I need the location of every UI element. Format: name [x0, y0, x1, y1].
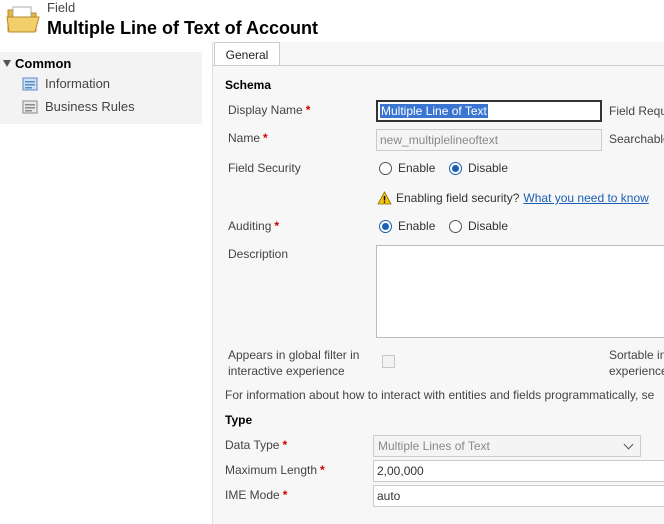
global-filter-checkbox[interactable]	[382, 355, 395, 368]
page-header: Field Multiple Line of Text of Account	[0, 0, 664, 42]
data-type-select[interactable]: Multiple Lines of Text	[373, 435, 641, 457]
tab-general[interactable]: General	[214, 42, 280, 66]
global-filter-label-line1: Appears in global filter in	[228, 348, 360, 362]
business-rules-icon	[22, 100, 38, 113]
tab-divider	[213, 65, 664, 66]
name-input[interactable]: new_multiplelineoftext	[376, 129, 602, 151]
nav-item-label: Information	[45, 76, 111, 91]
required-marker: *	[320, 463, 325, 477]
radio-circle-selected	[379, 219, 392, 233]
name-label: Name *	[228, 131, 268, 145]
field-security-disable-radio[interactable]: Disable	[449, 161, 508, 175]
sortable-label-line1: Sortable in	[609, 348, 664, 362]
field-security-warning: Enabling field security? What you need t…	[377, 191, 649, 205]
sortable-label-line2: experience	[609, 364, 664, 378]
required-marker: *	[282, 438, 288, 452]
maximum-length-label: Maximum Length *	[225, 463, 325, 477]
maximum-length-input[interactable]: 2,00,000	[373, 460, 664, 482]
radio-label: Enable	[398, 219, 436, 233]
radio-label: Disable	[468, 219, 509, 233]
required-marker: *	[282, 488, 288, 502]
field-requirement-label: Field Requ	[609, 104, 664, 118]
schema-section-title: Schema	[225, 78, 272, 92]
warning-text: Enabling field security?	[396, 191, 520, 205]
ime-mode-select[interactable]: auto	[373, 485, 664, 507]
folder-icon	[6, 6, 40, 33]
description-textarea[interactable]	[376, 245, 664, 338]
entity-type-label: Field	[47, 0, 76, 15]
required-marker: *	[274, 219, 280, 233]
nav-group-common[interactable]: Common	[3, 56, 71, 71]
nav-item-label: Business Rules	[45, 99, 135, 114]
auditing-disable-radio[interactable]: Disable	[449, 219, 508, 233]
field-security-enable-radio[interactable]: Enable	[379, 161, 435, 175]
page-title: Multiple Line of Text of Account	[47, 18, 318, 38]
radio-label: Disable	[468, 161, 509, 175]
nav-item-information[interactable]: Information	[22, 76, 110, 91]
type-section-title: Type	[225, 413, 253, 427]
field-security-label: Field Security	[228, 161, 301, 175]
auditing-enable-radio[interactable]: Enable	[379, 219, 435, 233]
what-you-need-to-know-link[interactable]: What you need to know	[523, 191, 648, 205]
auditing-label: Auditing *	[228, 219, 280, 233]
global-filter-label-line2: interactive experience	[228, 364, 345, 378]
required-marker: *	[263, 131, 268, 145]
left-nav: Common Information Business Rules	[0, 52, 202, 124]
radio-circle-selected	[449, 161, 462, 175]
ime-mode-label: IME Mode *	[225, 488, 288, 502]
required-marker: *	[305, 103, 311, 117]
display-name-input[interactable]: Multiple Line of Text	[376, 100, 602, 122]
description-label: Description	[228, 247, 289, 261]
nav-group-label: Common	[15, 56, 72, 71]
display-name-label: Display Name *	[228, 103, 311, 117]
collapse-triangle-icon	[3, 60, 11, 67]
nav-item-business-rules[interactable]: Business Rules	[22, 99, 135, 114]
chevron-down-icon	[623, 439, 634, 449]
data-type-value: Multiple Lines of Text	[378, 439, 490, 453]
radio-circle	[379, 161, 392, 175]
warning-icon	[377, 191, 392, 205]
radio-label: Enable	[398, 161, 436, 175]
data-type-label: Data Type *	[225, 438, 288, 452]
information-icon	[22, 77, 38, 90]
programmatic-info-text: For information about how to interact wi…	[225, 388, 655, 402]
searchable-label: Searchable	[609, 132, 664, 146]
radio-circle	[449, 219, 462, 233]
main-form: General Schema Display Name * Multiple Li…	[212, 42, 664, 524]
